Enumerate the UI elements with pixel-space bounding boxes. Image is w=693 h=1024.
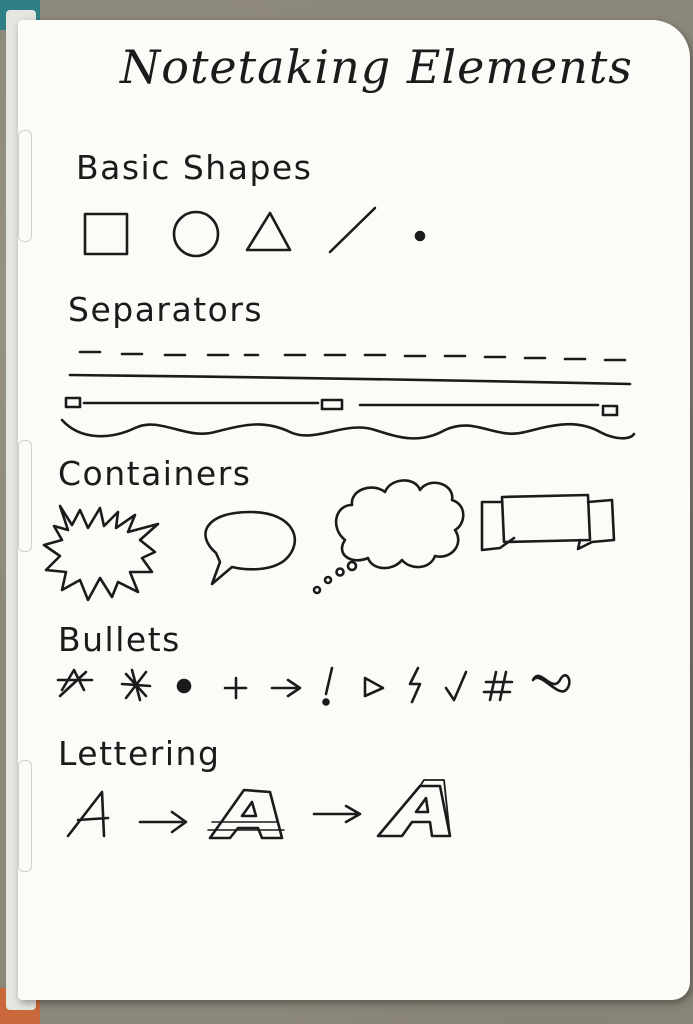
circle-shape xyxy=(174,212,218,256)
triangle-shape xyxy=(247,213,290,250)
ink-drawings xyxy=(0,0,693,1024)
thought-cloud-container xyxy=(314,480,463,593)
square-shape xyxy=(85,214,127,254)
bullet-symbols xyxy=(58,668,569,705)
wavy-separator xyxy=(62,420,634,438)
dashed-separator xyxy=(80,352,625,360)
lettering-progression xyxy=(68,780,450,838)
solid-separator xyxy=(70,375,630,384)
node-bar-separator xyxy=(66,398,617,415)
speech-bubble-container xyxy=(205,512,294,584)
banner-container xyxy=(482,495,614,550)
burst-container xyxy=(44,506,158,600)
dot-shape xyxy=(416,232,424,240)
line-shape xyxy=(330,208,375,252)
